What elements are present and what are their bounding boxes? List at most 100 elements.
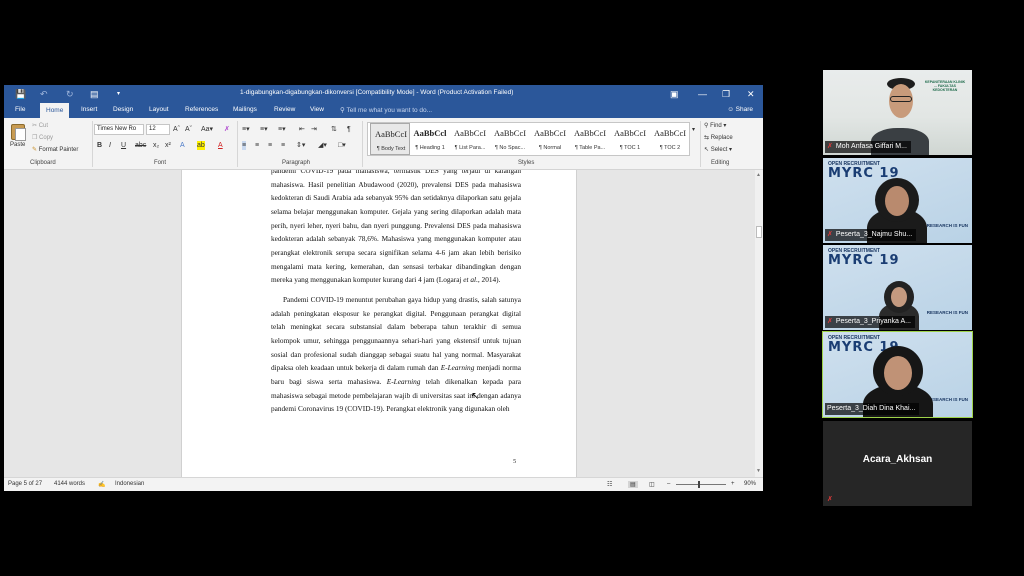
subscript-icon[interactable]: x₂	[153, 141, 159, 150]
language[interactable]: Indonesian	[115, 481, 144, 487]
tab-references[interactable]: References	[185, 106, 218, 113]
zoom-level[interactable]: 90%	[744, 481, 756, 487]
restore-icon[interactable]: ❐	[722, 88, 730, 100]
strikethrough-icon[interactable]: abc	[135, 141, 146, 150]
tab-view[interactable]: View	[310, 106, 324, 113]
video-tile[interactable]: OPEN RECRUITMENT MYRC 19 RESEARCH IS FUN…	[823, 158, 972, 243]
word-count[interactable]: 4144 words	[54, 481, 85, 487]
document-page[interactable]: pandemi COVID-19 pada mahasiswa, termasu…	[181, 170, 577, 477]
replace-button[interactable]: ⇆ Replace	[704, 134, 733, 141]
paste-button[interactable]: Paste	[10, 142, 25, 148]
save-icon[interactable]: 💾	[15, 88, 26, 100]
increase-indent-icon[interactable]: ⇥	[311, 125, 317, 134]
zoom-slider[interactable]	[676, 484, 726, 485]
page-count[interactable]: Page 5 of 27	[8, 481, 42, 487]
style-list-paragraph[interactable]: AaBbCcI ¶ List Para...	[450, 123, 490, 155]
proofing-icon[interactable]: ✍	[98, 481, 105, 488]
tab-design[interactable]: Design	[113, 106, 133, 113]
document-text[interactable]: pandemi COVID-19 pada mahasiswa, termasu…	[271, 170, 521, 422]
find-button[interactable]: ⚲ Find ▾	[704, 122, 726, 129]
style-name: ¶ Table Pa...	[574, 145, 606, 151]
tab-file[interactable]: File	[15, 106, 25, 113]
redo-icon[interactable]: ↻	[66, 88, 74, 100]
copy-button[interactable]: ❐ Copy	[32, 134, 53, 141]
mouse-cursor-icon: ↖	[471, 391, 480, 402]
tab-review[interactable]: Review	[274, 106, 295, 113]
style-normal[interactable]: AaBbCcI ¶ Normal	[530, 123, 570, 155]
scroll-up-icon[interactable]: ▲	[756, 172, 761, 178]
underline-icon[interactable]: U	[121, 141, 126, 150]
change-case-icon[interactable]: Aa▾	[201, 125, 213, 134]
cut-button[interactable]: ✂ Cut	[32, 122, 48, 129]
undo-icon[interactable]: ↶	[40, 88, 48, 100]
font-size-box[interactable]: 12	[146, 124, 170, 135]
style-toc-2[interactable]: AaBbCcI ¶ TOC 2	[650, 123, 690, 155]
style-heading-1[interactable]: AaBbCcl ¶ Heading 1	[410, 123, 450, 155]
style-sample: AaBbCcI	[653, 128, 687, 138]
tell-me-search[interactable]: ⚲ Tell me what you want to do...	[340, 106, 432, 114]
align-right-icon[interactable]: ≡	[268, 141, 272, 150]
highlight-icon[interactable]: ab	[197, 141, 205, 150]
video-tile[interactable]: KEPANITERAAN KLINIK ... FAKULTAS KEDOKTE…	[823, 70, 972, 155]
zoom-slider-thumb[interactable]	[698, 481, 700, 488]
select-button[interactable]: ↖ Select ▾	[704, 146, 732, 153]
style-toc-1[interactable]: AaBbCcI ¶ TOC 1	[610, 123, 650, 155]
shading-icon[interactable]: ◢▾	[318, 141, 327, 150]
scrollbar-thumb[interactable]	[756, 226, 762, 238]
decrease-indent-icon[interactable]: ⇤	[299, 125, 305, 134]
zoom-in-icon[interactable]: +	[731, 481, 735, 487]
borders-icon[interactable]: □▾	[338, 141, 346, 150]
shrink-font-icon[interactable]: Aˇ	[185, 125, 192, 134]
show-marks-icon[interactable]: ¶	[347, 125, 351, 134]
document-area[interactable]: pandemi COVID-19 pada mahasiswa, termasu…	[4, 170, 755, 477]
superscript-icon[interactable]: x²	[165, 141, 171, 150]
styles-more-icon[interactable]: ▾	[692, 126, 695, 135]
style-no-spacing[interactable]: AaBbCcI ¶ No Spac...	[490, 123, 530, 155]
clear-formatting-icon[interactable]: ✗	[224, 125, 230, 134]
tab-mailings[interactable]: Mailings	[233, 106, 257, 113]
scroll-down-icon[interactable]: ▼	[756, 468, 761, 474]
bold-icon[interactable]: B	[97, 141, 102, 150]
customize-toolbar-icon[interactable]: ▾	[117, 88, 120, 100]
paste-icon[interactable]	[11, 124, 26, 141]
line-spacing-icon[interactable]: ⇕▾	[296, 141, 305, 150]
bullets-icon[interactable]: ≡▾	[242, 125, 250, 134]
paragraph-text: , 2014).	[477, 275, 501, 285]
style-table-paragraph[interactable]: AaBbCcI ¶ Table Pa...	[570, 123, 610, 155]
close-icon[interactable]: ✕	[747, 88, 755, 100]
multilevel-list-icon[interactable]: ≡▾	[278, 125, 286, 134]
grow-font-icon[interactable]: Aˆ	[173, 125, 180, 134]
style-name: ¶ Body Text	[376, 146, 406, 152]
vertical-scrollbar[interactable]: ▲ ▼	[755, 170, 763, 477]
tab-layout[interactable]: Layout	[149, 106, 169, 113]
minimize-icon[interactable]: —	[698, 88, 707, 100]
zoom-out-icon[interactable]: –	[667, 481, 670, 487]
video-tile-active-speaker[interactable]: OPEN RECRUITMENT MYRC 19 RESEARCH IS FUN…	[822, 331, 973, 418]
share-button[interactable]: ☺ Share	[727, 106, 753, 113]
video-tile[interactable]: OPEN RECRUITMENT MYRC 19 RESEARCH IS FUN…	[823, 245, 972, 330]
web-layout-icon[interactable]: ◫	[649, 481, 655, 488]
group-divider	[237, 121, 238, 167]
print-layout-icon[interactable]: ▤	[628, 481, 638, 488]
font-color-icon[interactable]: A	[218, 141, 223, 150]
video-tile[interactable]: Acara_Akhsan ✗	[823, 421, 972, 506]
numbering-icon[interactable]: ≡▾	[260, 125, 268, 134]
quick-access-icon[interactable]: ▤	[90, 88, 99, 100]
format-painter-button[interactable]: ✎ Format Painter	[32, 146, 78, 153]
read-mode-icon[interactable]: ☷	[607, 481, 612, 488]
style-name: ¶ List Para...	[454, 145, 486, 151]
font-name-box[interactable]: Times New Ro	[94, 124, 144, 135]
tab-insert[interactable]: Insert	[81, 106, 97, 113]
justify-icon[interactable]: ≡	[281, 141, 285, 150]
banner-tagline: RESEARCH IS FUN	[926, 223, 968, 228]
italic-icon[interactable]: I	[109, 141, 111, 150]
italic-text: et al.	[463, 275, 478, 285]
tab-home[interactable]: Home	[40, 103, 70, 118]
align-center-icon[interactable]: ≡	[255, 141, 259, 150]
sort-icon[interactable]: ⇅	[331, 125, 337, 134]
style-body-text[interactable]: AaBbCcI ¶ Body Text	[370, 123, 410, 155]
align-left-icon[interactable]: ≡	[242, 141, 247, 150]
style-sample: AaBbCcI	[573, 128, 607, 138]
text-effects-icon[interactable]: A	[180, 141, 185, 150]
ribbon-display-icon[interactable]: ▣	[670, 88, 679, 100]
